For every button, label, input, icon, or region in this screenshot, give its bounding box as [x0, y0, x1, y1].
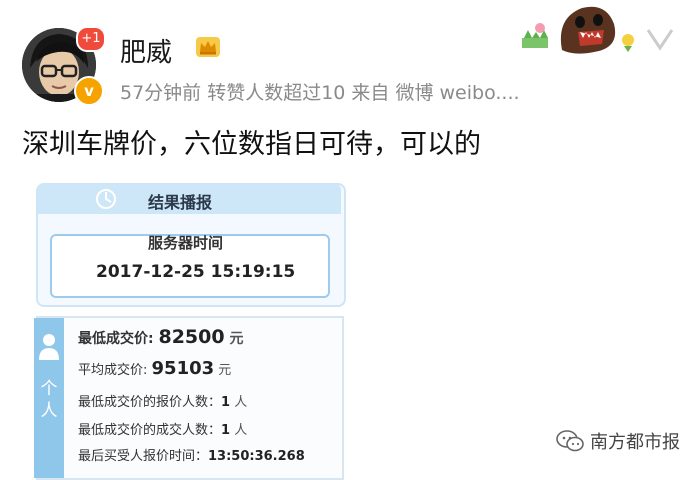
row-label: 最低成交价的成交人数：: [78, 423, 222, 438]
row-label: 平均成交价:: [78, 363, 152, 378]
row-value: 82500: [158, 326, 225, 348]
row-average-price: 平均成交价: 95103 元: [78, 358, 231, 379]
row-unit: 元: [224, 331, 244, 347]
row-lowest-price: 最低成交价: 82500 元: [78, 326, 243, 348]
row-value: 1: [221, 423, 231, 438]
row-label: 最低成交价的报价人数：: [78, 395, 222, 410]
row-last-bid-time: 最后买受人报价时间：13:50:36.268: [78, 445, 305, 464]
row-unit: 元: [214, 363, 232, 378]
row-value: 95103: [151, 358, 215, 379]
person-icon: [39, 334, 59, 360]
result-card-title: 结果播报: [148, 193, 213, 212]
row-value: 1: [221, 395, 231, 410]
notification-badge: +1: [76, 26, 106, 52]
row-label: 最低成交价:: [78, 331, 159, 347]
server-time-value: 2017-12-25 15:19:15: [96, 262, 296, 282]
verified-icon: v: [74, 76, 104, 106]
row-bidder-count: 最低成交价的报价人数：1 人: [78, 391, 247, 410]
row-label: 最后买受人报价时间：: [78, 449, 209, 464]
row-deal-count: 最低成交价的成交人数：1 人: [78, 419, 247, 438]
sticker-icon: [522, 6, 674, 54]
watermark-text: 南方都市报: [590, 432, 680, 453]
server-time-label: 服务器时间: [148, 234, 224, 252]
post-meta: 57分钟前 转赞人数超过10 来自 微博 weibo....: [120, 82, 520, 104]
wechat-icon: [556, 430, 584, 452]
row-unit: 人: [230, 395, 248, 410]
row-unit: 人: [230, 423, 248, 438]
side-label: 个人: [40, 379, 58, 421]
row-value: 13:50:36.268: [208, 449, 305, 464]
username[interactable]: 肥威: [120, 32, 172, 69]
post-text: 深圳车牌价，六位数指日可待，可以的: [22, 129, 481, 160]
crown-icon: [196, 37, 220, 57]
refresh-icon: [96, 189, 116, 209]
